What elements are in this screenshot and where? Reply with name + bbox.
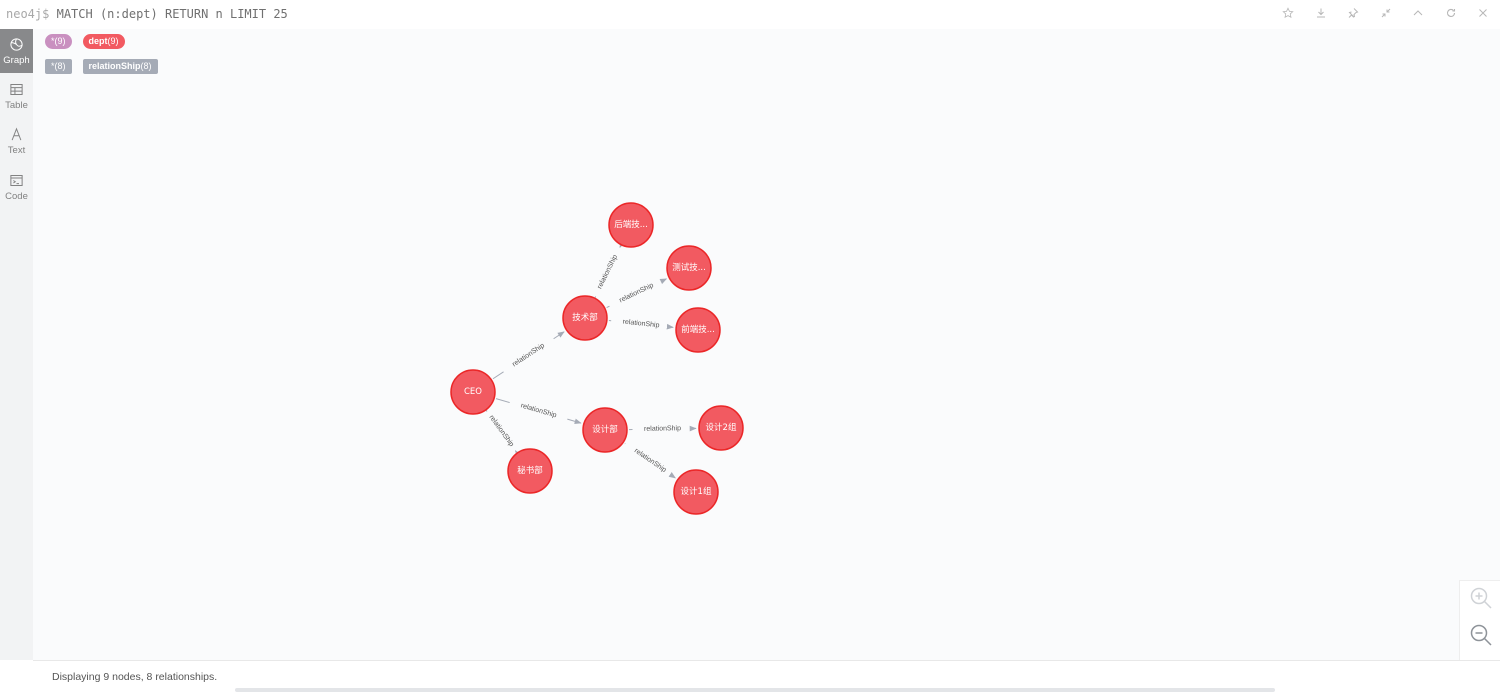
tab-table-label: Table xyxy=(5,100,28,111)
relationship-line[interactable] xyxy=(495,398,510,404)
node-caption: 前端技... xyxy=(681,324,715,335)
node-caption: 秘书部 xyxy=(517,465,543,476)
fold-button[interactable] xyxy=(1402,0,1435,25)
legend-chip-relationship[interactable]: relationShip(8) xyxy=(82,59,158,74)
chip-name: relationShip xyxy=(88,61,141,71)
node-design[interactable]: 设计部 xyxy=(582,407,628,453)
frame-actions xyxy=(1272,0,1500,28)
status-text: Displaying 9 nodes, 8 relationships. xyxy=(52,671,218,683)
node-tech[interactable]: 技术部 xyxy=(562,295,608,341)
legend-chip-all-nodes[interactable]: *(9) xyxy=(45,34,72,49)
node-secretary[interactable]: 秘书部 xyxy=(507,448,553,494)
relationship-arrow[interactable] xyxy=(553,331,565,340)
legend-chip-all-relationships[interactable]: *(8) xyxy=(45,59,72,74)
relationship-label: relationShip xyxy=(644,425,681,433)
relationship-arrow[interactable] xyxy=(619,240,626,249)
node-ceo[interactable]: CEO xyxy=(450,369,496,415)
tab-graph-label: Graph xyxy=(3,55,30,66)
pin-icon xyxy=(1348,7,1359,18)
node-testing[interactable]: 测试技... xyxy=(666,245,712,291)
tab-table[interactable]: Table xyxy=(0,74,33,118)
graph-icon xyxy=(10,38,23,51)
zoom-out-button[interactable] xyxy=(1468,622,1494,648)
relationship-label: relationShip xyxy=(633,447,668,474)
graph-canvas[interactable]: relationShip relationShip relationShip rela… xyxy=(33,29,1500,660)
favorite-button[interactable] xyxy=(1272,0,1305,25)
node-design2[interactable]: 设计2组 xyxy=(698,405,744,451)
download-icon xyxy=(1316,8,1325,17)
close-button[interactable] xyxy=(1467,0,1500,25)
relationship-label: relationShip xyxy=(520,402,558,419)
relationship-label: relationShip xyxy=(618,282,654,304)
chip-count: (9) xyxy=(107,36,119,46)
zoom-in-button[interactable] xyxy=(1468,585,1494,611)
zoom-controls xyxy=(1459,580,1500,660)
node-design1[interactable]: 设计1组 xyxy=(673,469,719,515)
close-icon xyxy=(1479,8,1488,17)
query-editor[interactable]: neo4j$ MATCH (n:dept) RETURN n LIMIT 25 xyxy=(6,7,288,21)
relationship-label: relationShip xyxy=(511,342,546,368)
chip-name: dept xyxy=(88,36,108,46)
node-caption: 设计2组 xyxy=(706,422,737,433)
chevron-up-icon xyxy=(1413,9,1423,15)
legend-chip-dept[interactable]: dept(9) xyxy=(82,34,125,49)
scroll-indicator xyxy=(235,688,1275,692)
zoom-out-icon xyxy=(1470,624,1492,646)
tab-text[interactable]: Text xyxy=(0,119,33,163)
view-sidebar: Graph Table Text Code xyxy=(0,29,33,660)
download-button[interactable] xyxy=(1305,0,1338,25)
relationship-line[interactable] xyxy=(606,305,610,309)
tab-code-label: Code xyxy=(5,191,28,202)
relationship-label: relationShip xyxy=(488,414,515,448)
pin-button[interactable] xyxy=(1337,0,1370,25)
star-icon xyxy=(1282,6,1294,18)
chip-count: (8) xyxy=(54,61,66,71)
query-header: neo4j$ MATCH (n:dept) RETURN n LIMIT 25 xyxy=(0,0,1500,29)
zoom-in-icon xyxy=(1470,587,1492,609)
query-prompt: neo4j$ xyxy=(6,7,50,21)
code-icon xyxy=(10,175,23,186)
node-caption: 设计部 xyxy=(592,424,618,435)
chip-count: (8) xyxy=(140,61,152,71)
tab-graph[interactable]: Graph xyxy=(0,29,33,73)
relationship-arrow[interactable] xyxy=(567,418,582,425)
relationship-label: relationShip xyxy=(622,319,660,330)
node-caption: 设计1组 xyxy=(681,486,712,497)
node-backend[interactable]: 后端技... xyxy=(608,202,654,248)
collapse-button[interactable] xyxy=(1370,0,1403,25)
node-frontend[interactable]: 前端技... xyxy=(675,307,721,353)
chip-count: (9) xyxy=(54,36,66,46)
refresh-icon xyxy=(1446,8,1455,17)
tab-text-label: Text xyxy=(7,145,26,156)
node-label-legend: *(9) dept(9) xyxy=(45,34,125,49)
node-caption: 技术部 xyxy=(572,312,598,323)
rerun-button[interactable] xyxy=(1435,0,1468,25)
query-text: MATCH (n:dept) RETURN n LIMIT 25 xyxy=(56,7,288,21)
table-icon xyxy=(10,84,23,95)
text-icon xyxy=(11,127,22,141)
nodes-layer: CEO 技术部 后端技... 测试技... 前端技... 设计部 设计2组设计1组 秘书部 xyxy=(450,202,744,515)
tab-code[interactable]: Code xyxy=(0,165,33,209)
relationship-type-legend: *(8) relationShip(8) xyxy=(45,59,158,74)
node-caption: CEO xyxy=(464,387,482,397)
relationship-label: relationShip xyxy=(596,254,619,290)
relationship-arrow[interactable] xyxy=(659,278,668,285)
node-caption: 测试技... xyxy=(672,262,706,273)
compress-icon xyxy=(1381,8,1391,17)
graph-visualization[interactable]: relationShiprelationShiprelationShiprela… xyxy=(33,29,1500,660)
relationship-line[interactable] xyxy=(492,371,504,380)
node-caption: 后端技... xyxy=(614,219,648,230)
